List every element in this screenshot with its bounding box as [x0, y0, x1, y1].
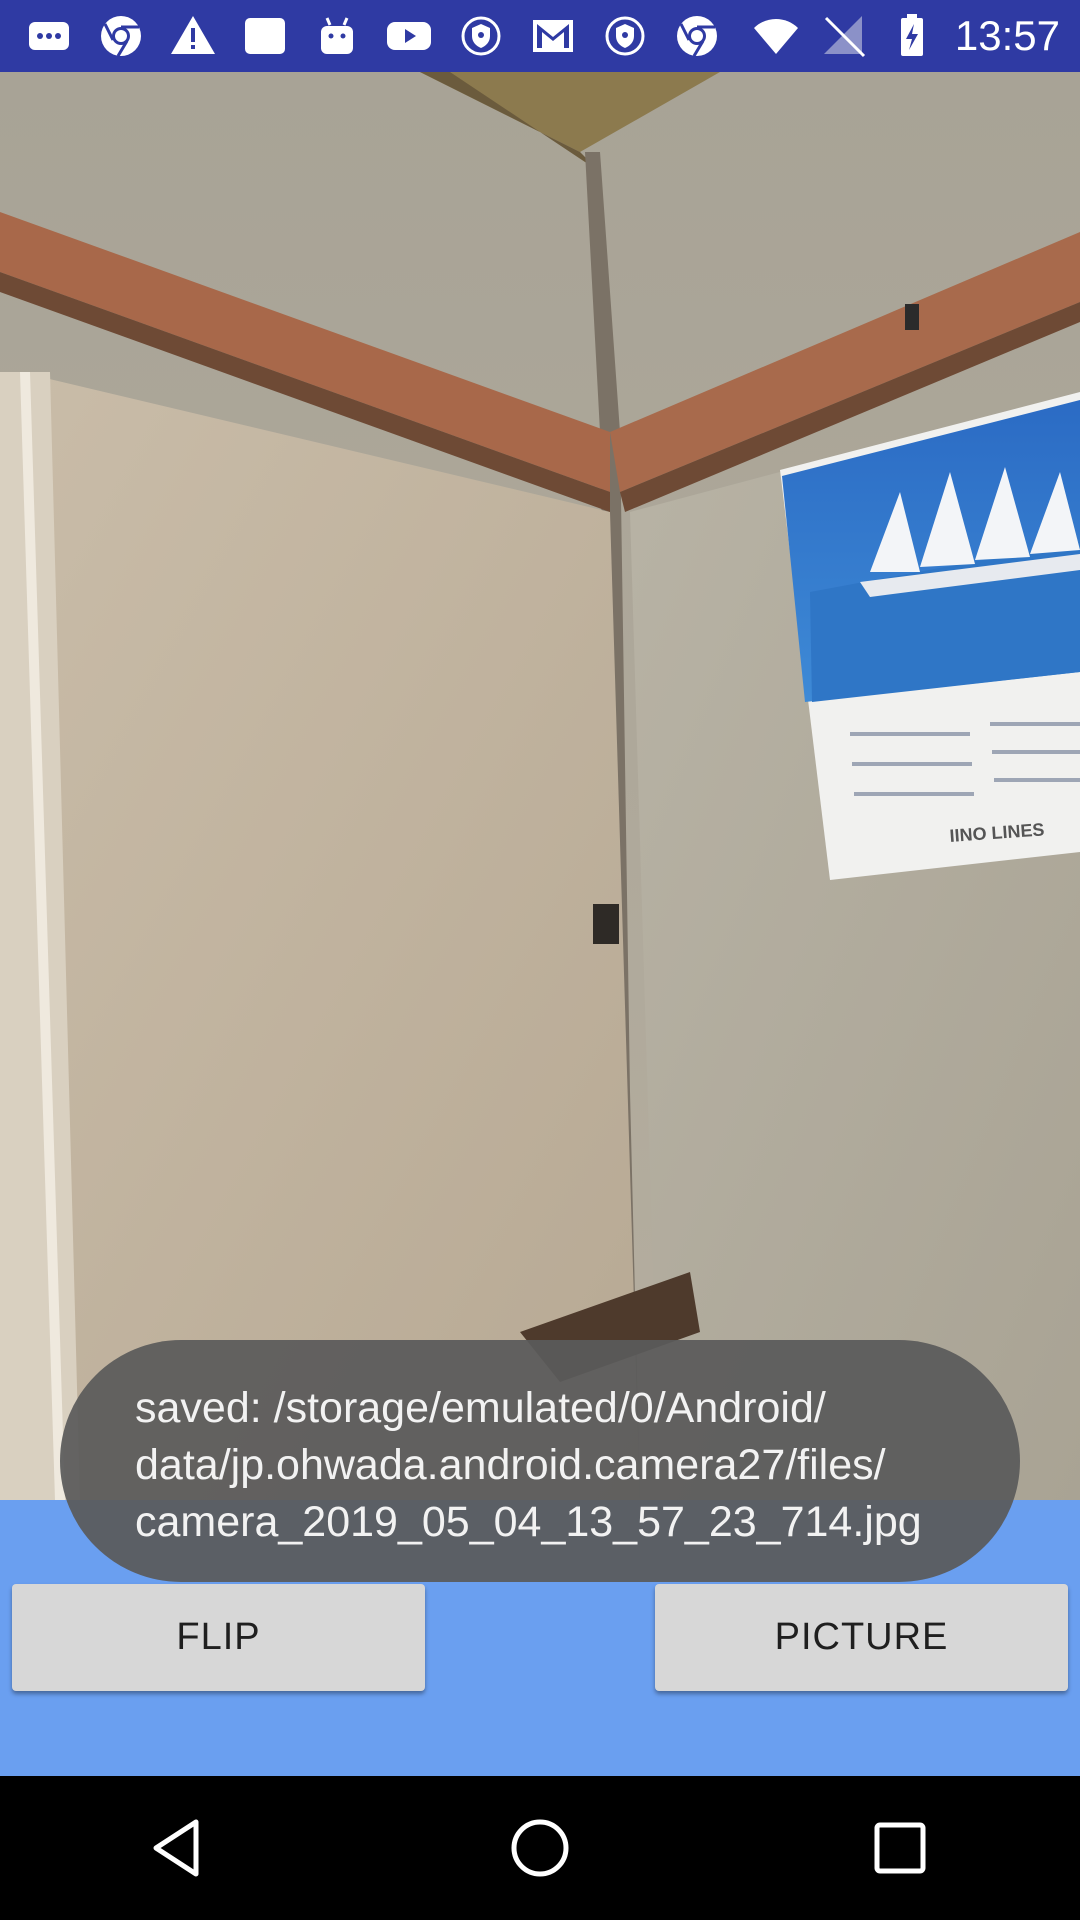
toast-line: data/jp.ohwada.android.camera27/files/	[135, 1441, 886, 1489]
saved-toast: saved: /storage/emulated/0/Android/ data…	[60, 1340, 1020, 1582]
wifi-icon	[751, 11, 801, 61]
status-bar: 13:57	[0, 0, 1080, 72]
youtube-icon	[384, 11, 434, 61]
back-button[interactable]	[120, 1788, 240, 1908]
photo-icon	[240, 11, 290, 61]
vpn-shield-icon	[600, 11, 650, 61]
chrome-icon	[96, 11, 146, 61]
camera-preview[interactable]: IINO LINES	[0, 72, 1080, 1500]
camera-preview-image: IINO LINES	[0, 72, 1080, 1500]
no-signal-icon	[819, 11, 869, 61]
recents-icon	[874, 1822, 926, 1874]
vpn-shield-icon	[456, 11, 506, 61]
chrome-icon	[672, 11, 722, 61]
warning-icon	[168, 11, 218, 61]
notification-icons	[0, 11, 722, 61]
toast-line: camera_2019_05_04_13_57_23_714.jpg	[135, 1498, 922, 1546]
home-button[interactable]	[480, 1788, 600, 1908]
messages-icon	[24, 11, 74, 61]
android-icon	[312, 11, 362, 61]
back-icon	[153, 1819, 199, 1877]
battery-charging-icon	[887, 11, 937, 61]
flip-button[interactable]: FLIP	[12, 1584, 425, 1691]
home-icon	[511, 1819, 569, 1877]
navigation-bar	[0, 1776, 1080, 1920]
system-icons: 13:57	[751, 0, 1060, 72]
toast-line: saved: /storage/emulated/0/Android/	[135, 1384, 826, 1432]
status-clock: 13:57	[954, 12, 1060, 59]
picture-button[interactable]: PICTURE	[655, 1584, 1068, 1691]
gmail-icon	[528, 11, 578, 61]
recents-button[interactable]	[840, 1788, 960, 1908]
